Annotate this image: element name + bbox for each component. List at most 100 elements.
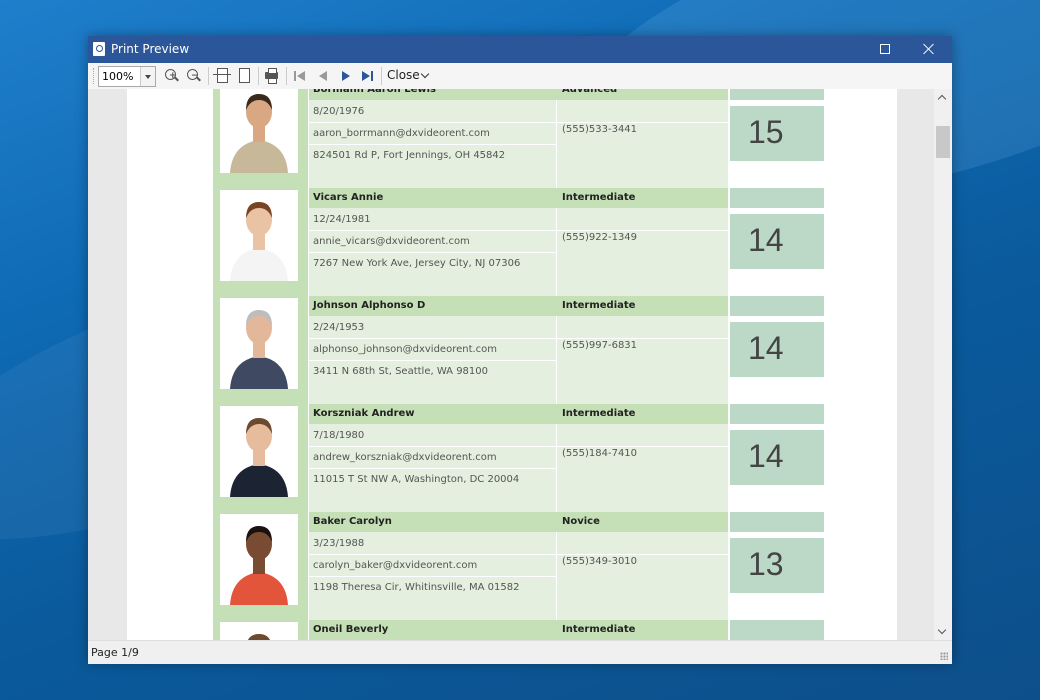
photo-cell [213, 188, 308, 296]
chevron-down-icon[interactable] [140, 67, 155, 86]
zoom-in-button[interactable]: + [163, 67, 181, 85]
address: 824501 Rd P, Fort Jennings, OH 45842 [313, 150, 506, 161]
record-info: Korszniak Andrew Intermediate 7/18/1980 and… [309, 404, 728, 512]
address: 11015 T St NW A, Washington, DC 20004 [313, 474, 520, 485]
skill-level: Intermediate [562, 192, 636, 203]
preview-viewport[interactable]: Bormann Aaron Lewis Advanced 8/20/1976 aaro… [88, 89, 934, 640]
employee-record: Korszniak Andrew Intermediate 7/18/1980 and… [213, 404, 825, 512]
record-header-band: Baker Carolyn Novice [309, 512, 728, 532]
window-title: Print Preview [111, 42, 190, 56]
birth-date: 8/20/1976 [313, 106, 365, 117]
email: andrew_korszniak@dxvideorent.com [313, 452, 497, 463]
record-info: Johnson Alphonso D Intermediate 2/24/1953 a… [309, 296, 728, 404]
employee-record: Baker Carolyn Novice 3/23/1988 carolyn_bake… [213, 512, 825, 620]
zoom-out-button[interactable]: − [185, 67, 203, 85]
employee-name: Baker Carolyn [313, 516, 392, 527]
last-page-icon [362, 71, 370, 81]
employee-name: Vicars Annie [313, 192, 384, 203]
record-header-band: Vicars Annie Intermediate [309, 188, 728, 208]
toolbar: 100% + − Close [88, 63, 952, 90]
photo-cell [213, 296, 308, 404]
page-width-button[interactable] [213, 67, 231, 85]
email: carolyn_baker@dxvideorent.com [313, 560, 478, 571]
whole-page-button[interactable] [235, 67, 253, 85]
resize-grip-icon[interactable] [940, 652, 948, 660]
skill-level: Novice [562, 516, 600, 527]
close-preview-button[interactable]: Close [387, 68, 420, 82]
employee-record: Oneil BeverlyIntermediate13 [213, 620, 825, 640]
maximize-button[interactable] [862, 36, 908, 63]
previous-page-button[interactable] [314, 67, 332, 85]
vertical-scrollbar[interactable] [934, 89, 952, 640]
print-preview-window: Print Preview 100% + − Close Bormann Aar… [88, 36, 952, 664]
close-window-button[interactable] [906, 36, 952, 63]
score-box: 14 [730, 430, 824, 485]
birth-date: 2/24/1953 [313, 322, 365, 333]
score-box: 14 [730, 214, 824, 269]
print-button[interactable] [263, 67, 281, 85]
score-value: 14 [748, 222, 784, 258]
phone: (555)349-3010 [562, 556, 638, 567]
record-info: Baker Carolyn Novice 3/23/1988 carolyn_bake… [309, 512, 728, 620]
scroll-down-icon[interactable] [937, 625, 947, 635]
photo-cell [213, 512, 308, 620]
address: 1198 Theresa Cir, Whitinsville, MA 01582 [313, 582, 520, 593]
score-value: 13 [748, 546, 784, 582]
first-page-icon [297, 71, 305, 81]
photo-cell [213, 89, 308, 188]
score-header-band [730, 188, 824, 208]
employee-photo [220, 514, 298, 605]
employee-photo [220, 622, 298, 640]
page-width-icon [217, 68, 228, 83]
employee-photo [220, 190, 298, 281]
printer-icon [265, 68, 278, 84]
phone: (555)922-1349 [562, 232, 638, 243]
chevron-down-icon[interactable] [420, 69, 430, 79]
score-header-band [730, 620, 824, 640]
employee-photo [220, 406, 298, 497]
next-page-button[interactable] [337, 67, 355, 85]
address: 7267 New York Ave, Jersey City, NJ 07306 [313, 258, 521, 269]
zoom-combo[interactable]: 100% [98, 66, 156, 87]
report-page: Bormann Aaron Lewis Advanced 8/20/1976 aaro… [127, 89, 897, 640]
employee-photo [220, 89, 298, 173]
zoom-value: 100% [102, 70, 134, 83]
toolbar-grip[interactable] [93, 68, 96, 84]
record-header-band: Korszniak Andrew Intermediate [309, 404, 728, 424]
title-bar[interactable]: Print Preview [88, 36, 952, 63]
score-value: 15 [748, 114, 784, 150]
record-header-band: Oneil Beverly Intermediate [309, 620, 728, 640]
score-box: 14 [730, 322, 824, 377]
page-indicator: Page 1/9 [91, 646, 139, 659]
score-box: 13 [730, 538, 824, 593]
record-header-band: Bormann Aaron Lewis Advanced [309, 89, 728, 100]
address: 3411 N 68th St, Seattle, WA 98100 [313, 366, 489, 377]
employee-name: Johnson Alphonso D [313, 300, 426, 311]
skill-level: Intermediate [562, 624, 636, 635]
birth-date: 7/18/1980 [313, 430, 365, 441]
print-preview-app-icon [93, 42, 105, 56]
scroll-thumb[interactable] [936, 126, 950, 158]
employee-name: Bormann Aaron Lewis [313, 89, 436, 95]
first-page-button[interactable] [291, 67, 309, 85]
skill-level: Intermediate [562, 408, 636, 419]
employee-record: Vicars Annie Intermediate 12/24/1981 annie_… [213, 188, 825, 296]
record-header-band: Johnson Alphonso D Intermediate [309, 296, 728, 316]
scroll-up-icon[interactable] [937, 94, 947, 104]
employee-name: Oneil Beverly [313, 624, 389, 635]
email: alphonso_johnson@dxvideorent.com [313, 344, 498, 355]
score-box: 15 [730, 106, 824, 161]
score-header-band [730, 404, 824, 424]
phone: (555)533-3441 [562, 124, 638, 135]
record-info: Oneil Beverly Intermediate [309, 620, 728, 640]
whole-page-icon [239, 68, 250, 83]
skill-level: Advanced [562, 89, 618, 95]
phone: (555)184-7410 [562, 448, 638, 459]
previous-page-icon [319, 71, 327, 81]
last-page-button[interactable] [359, 67, 377, 85]
email: aaron_borrmann@dxvideorent.com [313, 128, 490, 139]
status-bar: Page 1/9 [88, 640, 952, 664]
email: annie_vicars@dxvideorent.com [313, 236, 470, 247]
record-info: Bormann Aaron Lewis Advanced 8/20/1976 aaro… [309, 89, 728, 188]
photo-cell [213, 620, 308, 640]
